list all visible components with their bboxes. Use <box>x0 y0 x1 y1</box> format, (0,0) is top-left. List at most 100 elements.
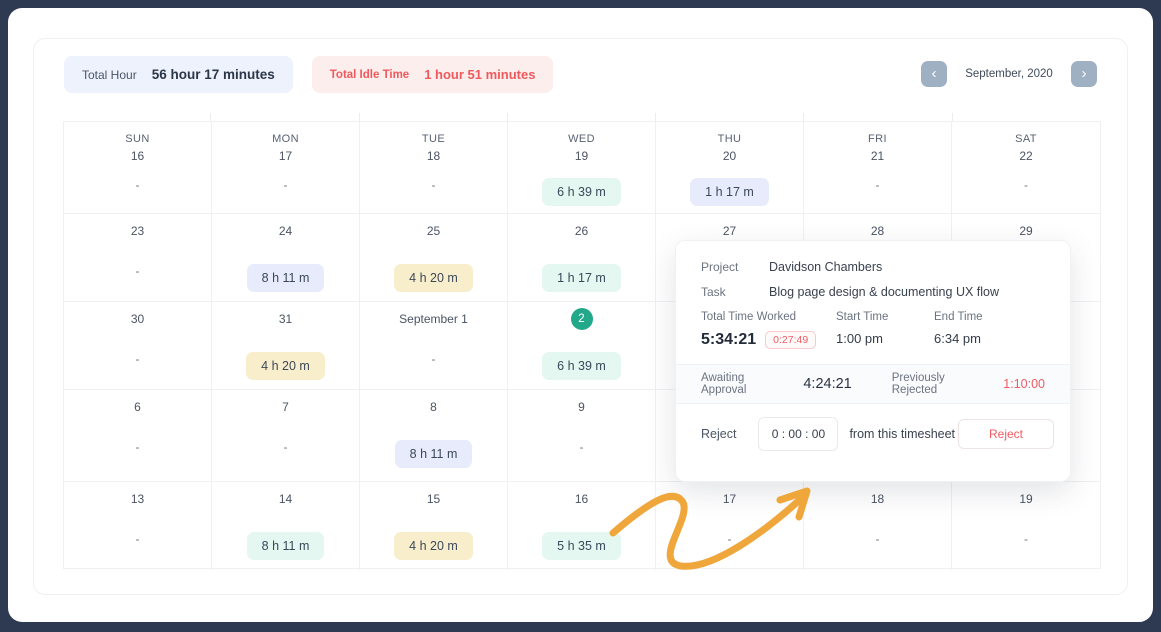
time-chip[interactable]: 1 h 17 m <box>690 178 769 206</box>
start-time-stat: Start Time 1:00 pm <box>836 311 934 349</box>
time-chip[interactable]: 6 h 39 m <box>542 178 621 206</box>
date-label: 15 <box>360 492 507 506</box>
calendar-day-cell[interactable]: FRI21- <box>804 122 952 214</box>
time-chip[interactable]: 4 h 20 m <box>394 532 473 560</box>
day-value: 1 h 17 m <box>508 264 655 292</box>
day-value: 5 h 35 m <box>508 532 655 560</box>
calendar-day-cell[interactable]: MON17- <box>212 122 360 214</box>
calendar-day-cell[interactable]: 8 8 h 11 m <box>360 390 508 482</box>
date-label: 19 <box>952 492 1100 506</box>
calendar-day-cell[interactable]: 261 h 17 m <box>508 214 656 302</box>
reject-time-input[interactable] <box>758 417 838 451</box>
day-value: - <box>64 264 211 278</box>
calendar-day-cell[interactable]: 2 6 h 39 m <box>508 302 656 390</box>
calendar-day-cell[interactable]: 19 - <box>952 482 1100 570</box>
day-value: 4 h 20 m <box>360 264 507 292</box>
month-navigation: ‹ September, 2020 › <box>921 61 1097 87</box>
calendar-day-cell[interactable]: TUE18- <box>360 122 508 214</box>
day-value: - <box>64 352 211 366</box>
calendar-day-cell[interactable]: SAT22- <box>952 122 1100 214</box>
time-chip[interactable]: 5 h 35 m <box>542 532 621 560</box>
day-value: - <box>804 532 951 546</box>
date-label: 18 <box>804 492 951 506</box>
date-label: 30 <box>64 312 211 326</box>
total-idle-label: Total Idle Time <box>330 69 409 81</box>
end-time-value: 6:34 pm <box>934 331 983 346</box>
date-label: 31 <box>212 312 359 326</box>
approval-status-band: Awaiting Approval 4:24:21 Previously Rej… <box>676 364 1070 404</box>
time-stats-row: Total Time Worked 5:34:21 0:27:49 Start … <box>701 311 1045 349</box>
column-tick <box>211 113 359 121</box>
app-window: Total Hour 56 hour 17 minutes Total Idle… <box>8 8 1153 622</box>
time-chip[interactable]: 4 h 20 m <box>246 352 325 380</box>
calendar-day-cell[interactable]: 7- <box>212 390 360 482</box>
day-value: - <box>64 178 211 192</box>
calendar-day-cell[interactable]: SUN16- <box>64 122 212 214</box>
date-label: 18 <box>360 149 507 163</box>
chevron-left-icon: ‹ <box>932 65 937 82</box>
end-time-label: End Time <box>934 311 983 323</box>
calendar-day-cell[interactable]: 30 - <box>64 302 212 390</box>
calendar-day-cell[interactable]: 17- <box>656 482 804 570</box>
time-chip[interactable]: 8 h 11 m <box>247 264 325 292</box>
time-chip[interactable]: 6 h 39 m <box>542 352 621 380</box>
calendar-day-cell[interactable]: 24 8 h 11 m <box>212 214 360 302</box>
calendar-day-cell[interactable]: 25 4 h 20 m <box>360 214 508 302</box>
column-tick <box>360 113 508 121</box>
calendar-day-cell[interactable]: 9- <box>508 390 656 482</box>
time-chip[interactable]: 1 h 17 m <box>542 264 621 292</box>
day-value: 4 h 20 m <box>212 352 359 380</box>
date-label: 8 <box>360 400 507 414</box>
total-time-worked-value: 5:34:21 <box>701 331 756 349</box>
date-label: 14 <box>212 492 359 506</box>
calendar-column-ticks <box>63 113 1101 121</box>
date-label: 6 <box>64 400 211 414</box>
day-name-header: WED <box>508 133 655 145</box>
time-chip[interactable]: 8 h 11 m <box>247 532 325 560</box>
date-label: 21 <box>804 149 951 163</box>
date-label: 24 <box>212 224 359 238</box>
total-time-worked-stat: Total Time Worked 5:34:21 0:27:49 <box>701 311 836 349</box>
day-value: 8 h 11 m <box>212 264 359 292</box>
date-label: 7 <box>212 400 359 414</box>
task-value: Blog page design & documenting UX flow <box>769 285 999 299</box>
day-value: - <box>360 352 507 366</box>
total-idle-value: 1 hour 51 minutes <box>424 67 535 82</box>
date-label: 23 <box>64 224 211 238</box>
selected-date-badge: 2 <box>571 308 593 330</box>
date-label: September 1 <box>360 312 507 326</box>
total-time-worked-value-wrap: 5:34:21 0:27:49 <box>701 331 836 349</box>
idle-time-pill: 0:27:49 <box>765 331 816 349</box>
day-value: - <box>952 532 1100 546</box>
column-tick <box>63 113 211 121</box>
calendar-day-cell[interactable]: September 1 - <box>360 302 508 390</box>
awaiting-approval-value: 4:24:21 <box>803 376 851 392</box>
calendar-day-cell[interactable]: 23 - <box>64 214 212 302</box>
calendar-day-cell[interactable]: 14 8 h 11 m <box>212 482 360 570</box>
day-value: - <box>212 178 359 192</box>
reject-button[interactable]: Reject <box>958 419 1054 449</box>
calendar-day-cell[interactable]: 31 4 h 20 m <box>212 302 360 390</box>
calendar-day-cell[interactable]: 13- <box>64 482 212 570</box>
calendar-day-cell[interactable]: 18 - <box>804 482 952 570</box>
calendar-day-cell[interactable]: 16 5 h 35 m <box>508 482 656 570</box>
day-name-header: SUN <box>64 133 211 145</box>
start-time-value: 1:00 pm <box>836 331 934 346</box>
column-tick <box>953 113 1101 121</box>
date-label: 22 <box>952 149 1100 163</box>
time-chip[interactable]: 4 h 20 m <box>394 264 473 292</box>
chevron-right-icon: › <box>1082 65 1087 82</box>
calendar-day-cell[interactable]: WED196 h 39 m <box>508 122 656 214</box>
calendar-day-cell[interactable]: 6- <box>64 390 212 482</box>
calendar-day-cell[interactable]: 15 4 h 20 m <box>360 482 508 570</box>
date-label: 25 <box>360 224 507 238</box>
day-value: 1 h 17 m <box>656 178 803 206</box>
prev-month-button[interactable]: ‹ <box>921 61 947 87</box>
date-label: 13 <box>64 492 211 506</box>
next-month-button[interactable]: › <box>1071 61 1097 87</box>
task-label: Task <box>701 285 745 299</box>
project-label: Project <box>701 260 745 274</box>
time-chip[interactable]: 8 h 11 m <box>395 440 473 468</box>
date-label: 16 <box>508 492 655 506</box>
calendar-day-cell[interactable]: THU201 h 17 m <box>656 122 804 214</box>
